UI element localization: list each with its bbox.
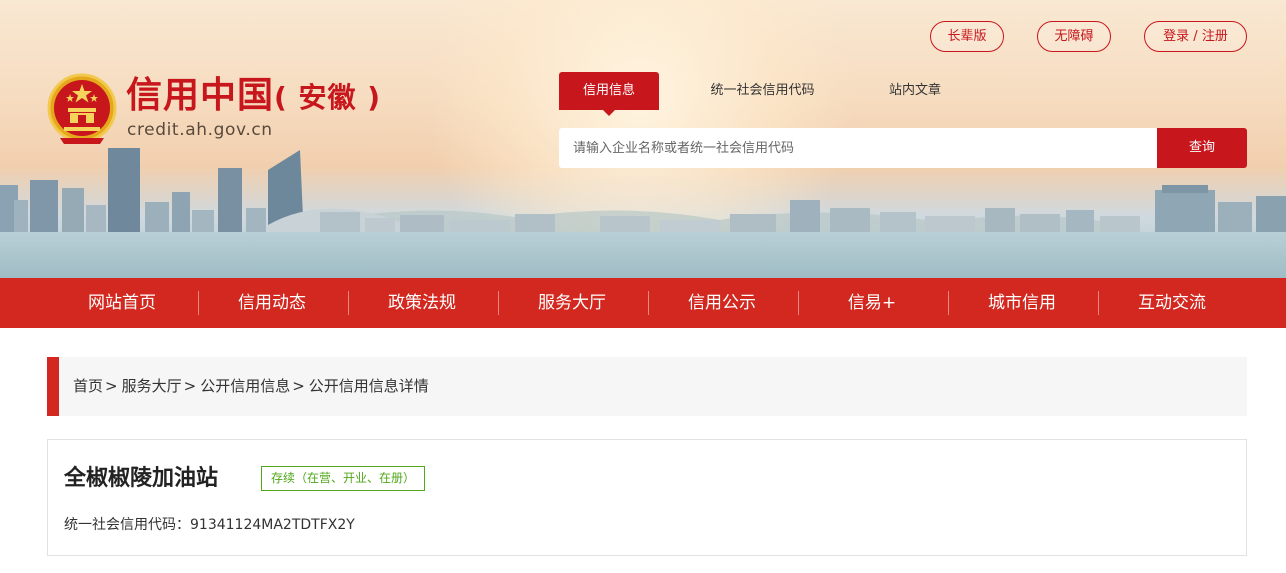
breadcrumb-accent-bar <box>47 357 59 416</box>
breadcrumb-separator: > <box>105 377 118 395</box>
nav-item-xinyi-plus[interactable]: 信易+ <box>797 278 947 328</box>
nav-item-credit-publicity[interactable]: 信用公示 <box>647 278 797 328</box>
breadcrumb-link-public-credit-info[interactable]: 公开信用信息 <box>200 377 290 395</box>
search-tab-uscc[interactable]: 统一社会信用代码 <box>690 72 835 110</box>
breadcrumb-trail: 首页 > 服务大厅 > 公开信用信息 > 公开信用信息详情 <box>73 357 429 416</box>
credit-code-label: 统一社会信用代码： <box>64 517 190 533</box>
nav-item-home[interactable]: 网站首页 <box>47 278 197 328</box>
breadcrumb-separator: > <box>183 377 197 395</box>
search-tab-site-articles[interactable]: 站内文章 <box>870 72 960 110</box>
logo-region-text: ( 安徽 ) <box>274 81 382 114</box>
nav-item-interaction[interactable]: 互动交流 <box>1097 278 1247 328</box>
accessibility-button[interactable]: 无障碍 <box>1037 21 1111 52</box>
breadcrumb: 首页 > 服务大厅 > 公开信用信息 > 公开信用信息详情 <box>47 357 1247 416</box>
search-tab-credit-info[interactable]: 信用信息 <box>559 72 659 116</box>
company-name: 全椒椒陵加油站 <box>64 466 219 491</box>
credit-code-line: 统一社会信用代码：91341124MA2TDTFX2Y <box>64 515 355 535</box>
header-banner: 信用中国( 安徽 ) credit.ah.gov.cn 长辈版 无障碍 登录 /… <box>0 0 1286 278</box>
breadcrumb-link-home[interactable]: 首页 <box>73 377 103 395</box>
breadcrumb-current: 公开信用信息详情 <box>308 377 429 395</box>
breadcrumb-separator: > <box>292 377 305 395</box>
company-info-card: 全椒椒陵加油站 存续（在营、开业、在册） 统一社会信用代码：91341124MA… <box>47 439 1247 556</box>
nav-item-credit-news[interactable]: 信用动态 <box>197 278 347 328</box>
main-nav: 网站首页 信用动态 政策法规 服务大厅 信用公示 信易+ 城市信用 互动交流 <box>0 278 1286 328</box>
status-badge: 存续（在营、开业、在册） <box>261 466 426 491</box>
logo-title-text: 信用中国 <box>126 75 275 116</box>
breadcrumb-link-service-hall[interactable]: 服务大厅 <box>122 377 182 395</box>
elder-mode-button[interactable]: 长辈版 <box>930 21 1004 52</box>
page-root: 信用中国( 安徽 ) credit.ah.gov.cn 长辈版 无障碍 登录 /… <box>0 0 1286 573</box>
search-button[interactable]: 查询 <box>1157 128 1247 168</box>
nav-item-policies[interactable]: 政策法规 <box>347 278 497 328</box>
nav-item-city-credit[interactable]: 城市信用 <box>947 278 1097 328</box>
lake-water <box>0 232 1286 278</box>
site-logo-title[interactable]: 信用中国( 安徽 ) <box>126 74 381 120</box>
login-register-button[interactable]: 登录 / 注册 <box>1144 21 1247 52</box>
site-logo-url: credit.ah.gov.cn <box>127 120 273 140</box>
credit-code-value: 91341124MA2TDTFX2Y <box>190 517 355 533</box>
nav-item-service-hall[interactable]: 服务大厅 <box>497 278 647 328</box>
national-emblem-icon <box>47 73 117 144</box>
search-input[interactable] <box>559 128 1157 168</box>
